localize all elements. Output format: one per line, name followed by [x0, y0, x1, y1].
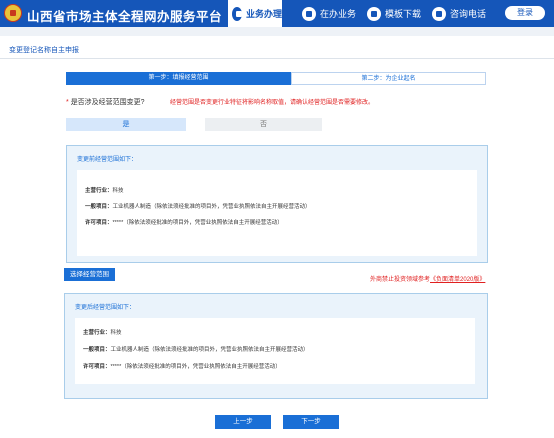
login-button[interactable]: 登录	[505, 6, 545, 20]
permit-items-line: 许可项目：*****（除依法须经批准的项目外，凭营业执照依法自主开展经营活动）	[85, 218, 283, 226]
note-text: 外商禁止投资领域参考	[370, 277, 431, 283]
scope-details: 主营行业：科技 一般项目：工业机器人制造（除依法须经批准的项目外，凭营业执照依法…	[77, 170, 477, 256]
briefcase-icon	[232, 6, 242, 21]
nav-hotline[interactable]: 咨询电话	[432, 0, 492, 27]
step-2: 第二步：为企业起名	[291, 72, 486, 85]
warning-text: 经营范围是否变更行业特征将影响名称取值，请确认经营范围是否需要修改。	[170, 100, 375, 106]
download-icon	[367, 6, 381, 21]
question-text: 是否涉及经营范围变更?	[70, 99, 145, 106]
required-mark: *	[66, 99, 69, 106]
nav-label: 模板下载	[385, 9, 422, 19]
site-title: 山西省市场主体全程网办服务平台	[27, 10, 223, 24]
nav-label: 咨询电话	[450, 9, 487, 19]
option-yes-button[interactable]: 是	[66, 118, 186, 131]
divider	[0, 58, 554, 59]
industry-label: 主营行业：	[85, 188, 113, 194]
document-icon	[302, 6, 316, 21]
previous-step-button[interactable]: 上一步	[215, 415, 271, 429]
box-title: 变更后经营范围如下：	[75, 305, 136, 311]
negative-list-note: 外商禁止投资领域参考《负面清单2020版》	[370, 274, 485, 283]
nav-business-handling[interactable]: 业务办理	[228, 0, 282, 27]
phone-icon	[432, 6, 446, 21]
permit-value: *****（除依法须经批准的项目外，凭营业执照依法自主开展经营活动）	[110, 364, 281, 370]
nav-in-progress[interactable]: 在办业务	[302, 0, 362, 27]
option-no-button[interactable]: 否	[205, 118, 322, 131]
general-label: 一般项目：	[83, 347, 111, 353]
permit-value: *****（除依法须经批准的项目外，凭营业执照依法自主开展经营活动）	[112, 220, 283, 226]
nav-label: 业务办理	[245, 9, 282, 19]
before-scope-box: 变更前经营范围如下： 主营行业：科技 一般项目：工业机器人制造（除依法须经批准的…	[66, 145, 488, 263]
industry-line: 主营行业：科技	[83, 328, 122, 336]
scope-change-question: * 是否涉及经营范围变更?	[66, 97, 145, 107]
after-scope-box: 变更后经营范围如下： 主营行业：科技 一般项目：工业机器人制造（除依法须经批准的…	[64, 293, 488, 399]
general-value: 工业机器人制造（除依法须经批准的项目外，凭营业执照依法自主开展经营活动）	[110, 347, 309, 353]
industry-value: 科技	[112, 188, 124, 194]
nav-label: 在办业务	[320, 9, 357, 19]
step-1: 第一步：填报经营范围	[66, 72, 291, 85]
general-items-line: 一般项目：工业机器人制造（除依法须经批准的项目外，凭营业执照依法自主开展经营活动…	[85, 202, 311, 210]
permit-label: 许可项目：	[83, 364, 111, 370]
nav-template-download[interactable]: 模板下载	[367, 0, 427, 27]
industry-line: 主营行业：科技	[85, 186, 124, 194]
permit-label: 许可项目：	[85, 220, 113, 226]
general-label: 一般项目：	[85, 204, 113, 210]
page-title: 变更登记名称自主申报	[9, 47, 79, 54]
scope-details: 主营行业：科技 一般项目：工业机器人制造（除依法须经批准的项目外，凭营业执照依法…	[75, 318, 475, 384]
general-items-line: 一般项目：工业机器人制造（除依法须经批准的项目外，凭营业执照依法自主开展经营活动…	[83, 345, 309, 353]
select-scope-button[interactable]: 选择经营范围	[64, 268, 115, 281]
permit-items-line: 许可项目：*****（除依法须经批准的项目外，凭营业执照依法自主开展经营活动）	[83, 362, 281, 370]
industry-value: 科技	[110, 330, 122, 336]
negative-list-link[interactable]: 《负面清单2020版》	[430, 277, 485, 283]
box-title: 变更前经营范围如下：	[77, 157, 138, 163]
next-step-button[interactable]: 下一步	[283, 415, 339, 429]
government-emblem-icon	[4, 4, 22, 22]
general-value: 工业机器人制造（除依法须经批准的项目外，凭营业执照依法自主开展经营活动）	[112, 204, 311, 210]
industry-label: 主营行业：	[83, 330, 111, 336]
